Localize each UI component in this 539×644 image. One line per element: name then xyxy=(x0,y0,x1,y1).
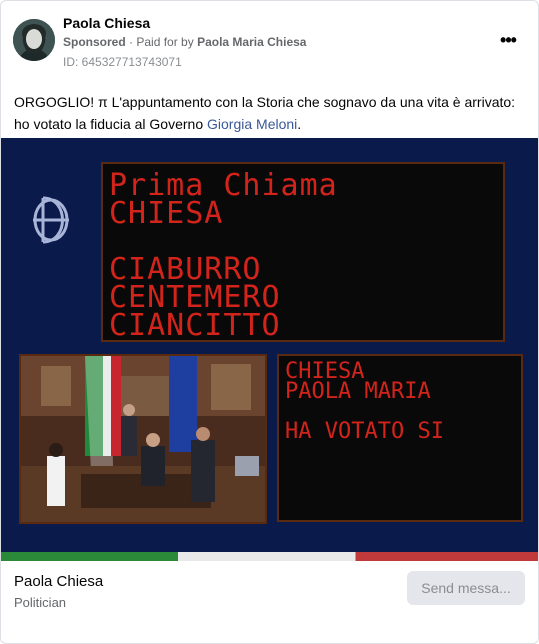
ad-card: Paola Chiesa Sponsored · Paid for by Pao… xyxy=(0,0,539,644)
mention-link[interactable]: Giorgia Meloni xyxy=(207,116,297,132)
send-message-button[interactable]: Send messa... xyxy=(407,571,525,605)
republic-emblem-icon xyxy=(33,196,69,244)
board-line-2: CHIESA xyxy=(109,196,224,231)
ad-id: ID: 645327713743071 xyxy=(63,55,182,69)
board-line-5: CIANCITTO xyxy=(109,308,281,343)
tricolor-stripe xyxy=(1,552,538,561)
chamber-video-inset xyxy=(19,354,267,524)
post-text-end: . xyxy=(297,116,302,132)
more-horizontal-icon[interactable]: ••• xyxy=(495,29,521,55)
voting-board-vote: CHIESA PAOLA MARIA HA VOTATO SI xyxy=(277,354,523,522)
post-header: Paola Chiesa Sponsored · Paid for by Pao… xyxy=(1,1,538,81)
footer-page-name[interactable]: Paola Chiesa xyxy=(14,573,103,590)
sponsored-label[interactable]: Sponsored xyxy=(63,35,126,49)
vote-line-2: PAOLA MARIA xyxy=(285,379,431,404)
page-name[interactable]: Paola Chiesa xyxy=(63,15,150,31)
paid-for-by-name: Paola Maria Chiesa xyxy=(197,35,307,49)
footer-category: Politician xyxy=(14,595,67,610)
avatar-photo xyxy=(13,19,55,61)
post-text: ORGOGLIO! π L'appuntamento con la Storia… xyxy=(14,91,526,135)
cta-footer: Paola Chiesa Politician Send messa... xyxy=(1,561,538,643)
avatar[interactable] xyxy=(13,19,55,61)
paid-for-prefix: Paid for by xyxy=(136,35,194,49)
voting-board-main: Prima Chiama CHIESA CIABURRO CENTEMERO C… xyxy=(101,162,505,342)
vote-line-3: HA VOTATO SI xyxy=(285,419,444,444)
post-media[interactable]: Prima Chiama CHIESA CIABURRO CENTEMERO C… xyxy=(1,138,538,561)
sponsored-line: Sponsored · Paid for by Paola Maria Chie… xyxy=(63,35,306,49)
chamber-scene xyxy=(21,356,265,522)
